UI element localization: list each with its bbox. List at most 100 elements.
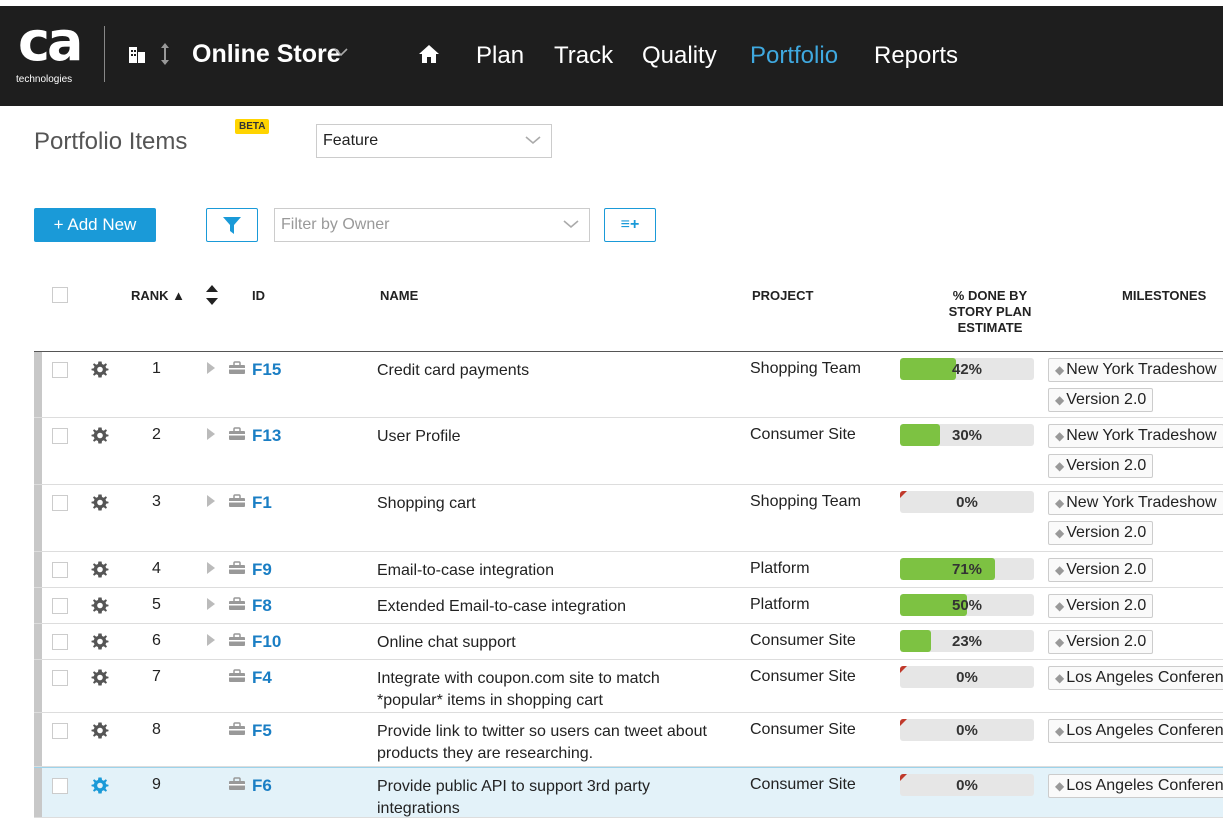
item-id-link[interactable]: F15 [252,360,281,380]
item-name[interactable]: Provide link to twitter so users can twe… [377,721,727,765]
chevron-down-icon[interactable] [334,44,348,62]
ca-logo[interactable]: ca technologies [14,14,96,94]
project-picker-label[interactable]: Online Store [192,40,341,69]
owner-filter-select[interactable]: Filter by Owner [274,208,590,242]
item-project[interactable]: Consumer Site [750,776,856,794]
milestone-tag[interactable]: ◆ Version 2.0 [1048,558,1154,582]
table-row[interactable]: 4 F9 Email-to-case integration Platform 71% ◆… [34,552,1223,588]
header-project[interactable]: PROJECT [752,288,813,303]
progress-bar[interactable]: 0% [900,491,1034,513]
drag-handle[interactable] [34,660,42,712]
drag-handle[interactable] [34,624,42,659]
gear-icon[interactable] [90,359,110,379]
item-name[interactable]: Email-to-case integration [377,560,727,582]
progress-bar[interactable]: 23% [900,630,1034,652]
progress-bar[interactable]: 30% [900,424,1034,446]
expand-arrow-icon[interactable] [207,362,215,374]
item-id-link[interactable]: F1 [252,493,272,513]
header-pct-done[interactable]: % DONE BY STORY PLAN ESTIMATE [930,288,1050,336]
progress-bar[interactable]: 42% [900,358,1034,380]
table-row[interactable]: 3 F1 Shopping cart Shopping Team 0% ◆ New York… [34,485,1223,552]
expand-arrow-icon[interactable] [207,495,215,507]
add-new-button[interactable]: + Add New [34,208,156,242]
table-row[interactable]: 9 F6 Provide public API to support 3rd par… [34,767,1223,818]
nav-track[interactable]: Track [554,42,613,70]
milestone-tag[interactable]: ◆Los Angeles Conference [1048,774,1223,798]
milestone-tag[interactable]: ◆ New York Tradeshow [1048,358,1223,382]
row-checkbox[interactable] [52,562,68,578]
item-project[interactable]: Consumer Site [750,632,856,650]
milestone-tag[interactable]: ◆ Version 2.0 [1048,630,1154,654]
gear-icon[interactable] [90,775,110,795]
item-project[interactable]: Consumer Site [750,721,856,739]
gear-icon[interactable] [90,631,110,651]
row-checkbox[interactable] [52,598,68,614]
milestone-tag[interactable]: ◆Los Angeles Conference [1048,719,1223,743]
item-id-link[interactable]: F6 [252,776,272,796]
drag-handle[interactable] [34,485,42,551]
item-project[interactable]: Consumer Site [750,426,856,444]
milestone-tag[interactable]: ◆ Version 2.0 [1048,454,1154,478]
item-project[interactable]: Shopping Team [750,360,861,378]
item-name[interactable]: Online chat support [377,632,727,654]
nav-portfolio[interactable]: Portfolio [750,42,838,70]
header-rank[interactable]: RANK ▲ [131,288,185,303]
drag-handle[interactable] [34,352,42,417]
row-checkbox[interactable] [52,778,68,794]
drag-handle[interactable] [34,588,42,623]
table-row[interactable]: 2 F13 User Profile Consumer Site 30% ◆ New Yor… [34,418,1223,485]
gear-icon[interactable] [90,720,110,740]
table-row[interactable]: 5 F8 Extended Email-to-case integration Pla… [34,588,1223,624]
item-project[interactable]: Consumer Site [750,668,856,686]
item-name[interactable]: Extended Email-to-case integration [377,596,727,618]
nav-quality[interactable]: Quality [642,42,717,70]
progress-bar[interactable]: 0% [900,666,1034,688]
gear-icon[interactable] [90,559,110,579]
item-project[interactable]: Shopping Team [750,493,861,511]
item-project[interactable]: Platform [750,560,810,578]
item-name[interactable]: Provide public API to support 3rd party … [377,776,727,818]
milestone-tag[interactable]: ◆ Version 2.0 [1048,521,1154,545]
scope-arrows-icon[interactable] [160,42,170,72]
item-name[interactable]: Shopping cart [377,493,727,515]
item-id-link[interactable]: F8 [252,596,272,616]
row-checkbox[interactable] [52,670,68,686]
item-name[interactable]: User Profile [377,426,727,448]
item-id-link[interactable]: F5 [252,721,272,741]
row-checkbox[interactable] [52,634,68,650]
drag-handle[interactable] [34,713,42,766]
header-milestones[interactable]: MILESTONES [1122,288,1206,303]
gear-icon[interactable] [90,492,110,512]
add-columns-button[interactable]: ≡+ [604,208,656,242]
gear-icon[interactable] [90,667,110,687]
item-id-link[interactable]: F4 [252,668,272,688]
row-checkbox[interactable] [52,723,68,739]
expand-arrow-icon[interactable] [207,562,215,574]
drag-handle[interactable] [34,552,42,587]
progress-bar[interactable]: 50% [900,594,1034,616]
table-row[interactable]: 7 F4 Integrate with coupon.com site to mat… [34,660,1223,713]
gear-icon[interactable] [90,425,110,445]
row-checkbox[interactable] [52,428,68,444]
table-row[interactable]: 6 F10 Online chat support Consumer Site 23% ◆… [34,624,1223,660]
milestone-tag[interactable]: ◆ New York Tradeshow [1048,424,1223,448]
progress-bar[interactable]: 0% [900,719,1034,741]
table-row[interactable]: 1 F15 Credit card payments Shopping Team 42%… [34,352,1223,418]
select-all-checkbox[interactable] [52,287,68,303]
item-project[interactable]: Platform [750,596,810,614]
progress-bar[interactable]: 0% [900,774,1034,796]
item-id-link[interactable]: F10 [252,632,281,652]
gear-icon[interactable] [90,595,110,615]
drag-handle[interactable] [34,418,42,484]
table-row[interactable]: 8 F5 Provide link to twitter so users can … [34,713,1223,767]
milestone-tag[interactable]: ◆Los Angeles Conference [1048,666,1223,690]
milestone-tag[interactable]: ◆ Version 2.0 [1048,388,1154,412]
home-icon[interactable] [418,44,440,64]
drag-handle[interactable] [34,768,42,817]
item-name[interactable]: Integrate with coupon.com site to match … [377,668,727,712]
filter-button[interactable] [206,208,258,242]
item-id-link[interactable]: F9 [252,560,272,580]
progress-bar[interactable]: 71% [900,558,1034,580]
milestone-tag[interactable]: ◆ New York Tradeshow [1048,491,1223,515]
header-id[interactable]: ID [252,288,265,303]
